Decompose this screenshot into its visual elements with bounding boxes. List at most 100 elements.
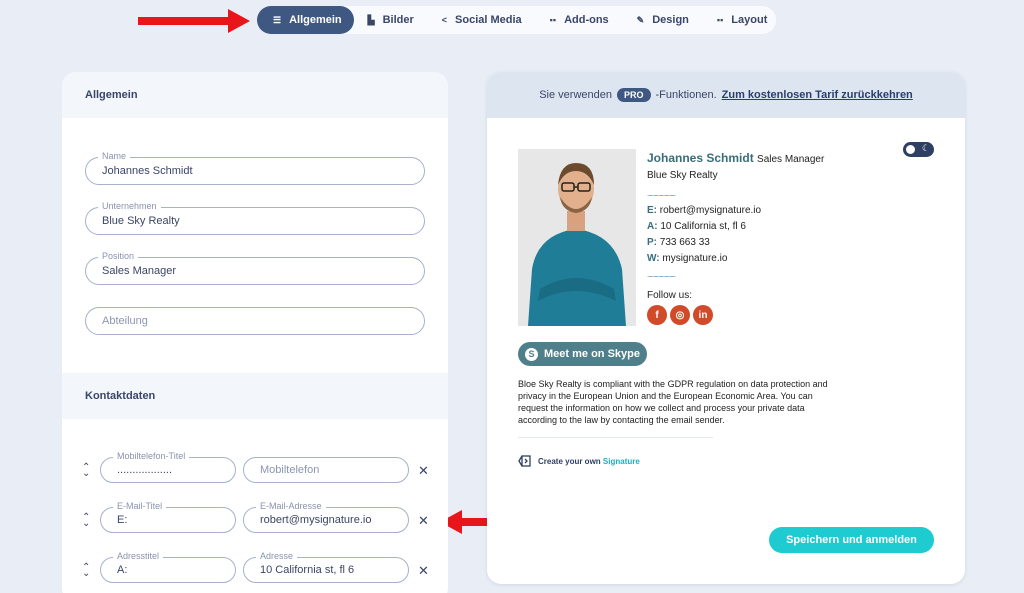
email-value: robert@mysignature.io — [659, 205, 762, 216]
field-label: Mobiltelefon-Titel — [113, 451, 190, 461]
moon-icon: ☾ — [921, 143, 930, 153]
phone-key: P: — [647, 237, 657, 248]
signature-divider: ....................... — [647, 270, 676, 279]
person-photo-icon — [518, 149, 636, 326]
linkedin-icon[interactable]: in — [693, 305, 713, 325]
save-and-signin-button[interactable]: Speichern und anmelden — [769, 527, 934, 553]
signature-preview-panel: Sie verwenden PRO -Funktionen. Zum koste… — [487, 72, 965, 584]
company-field[interactable]: Unternehmen Blue Sky Realty — [85, 201, 425, 235]
drag-handle-icon[interactable]: ⌃ ⌄ — [82, 463, 90, 479]
dark-mode-toggle[interactable]: ☾ — [903, 142, 934, 157]
signature-address-line: A: 10 California st, fl 6 — [647, 221, 746, 232]
signature-company: Blue Sky Realty — [647, 170, 718, 181]
field-value: A: — [117, 564, 128, 576]
create-own-signature-link[interactable]: Create your own Signature — [518, 454, 640, 468]
tab-social-media[interactable]: < Social Media — [428, 6, 536, 34]
field-value: Johannes Schmidt — [102, 165, 193, 177]
mysignature-logo-icon — [518, 455, 531, 467]
gdpr-disclaimer: Bloe Sky Realty is compliant with the GD… — [518, 379, 828, 425]
tab-label: Add-ons — [564, 14, 609, 26]
phone-value: 733 663 33 — [659, 237, 710, 248]
drag-handle-icon[interactable]: ⌃ ⌄ — [82, 513, 90, 529]
brush-icon: ✎ — [636, 14, 645, 25]
field-value: Blue Sky Realty — [102, 215, 180, 227]
address-title-field[interactable]: Adresstitel A: — [100, 551, 236, 583]
tab-label: Design — [652, 14, 689, 26]
form-panel: Allgemein Name Johannes Schmidt Unterneh… — [62, 72, 448, 593]
field-placeholder: Abteilung — [102, 315, 148, 327]
signature-title: Sales Manager — [757, 154, 825, 165]
remove-row-icon[interactable]: ✕ — [418, 513, 429, 529]
banner-text: -Funktionen. — [655, 89, 717, 101]
field-value: .................. — [117, 464, 173, 476]
field-placeholder: Mobiltelefon — [260, 464, 320, 476]
field-label: Position — [98, 251, 139, 261]
remove-row-icon[interactable]: ✕ — [418, 563, 429, 579]
instagram-icon[interactable]: ◎ — [670, 305, 690, 325]
create-accent: Signature — [602, 456, 640, 466]
create-prefix: Create your own — [538, 456, 601, 466]
section-heading-general: Allgemein — [62, 72, 448, 118]
web-value: mysignature.io — [662, 253, 728, 264]
mobile-title-field[interactable]: Mobiltelefon-Titel .................. — [100, 451, 236, 483]
pro-badge: PRO — [616, 88, 651, 102]
list-icon: ☰ — [273, 14, 282, 25]
field-value: Sales Manager — [102, 265, 176, 277]
email-key: E: — [647, 205, 657, 216]
signature-web-line: W: mysignature.io — [647, 253, 727, 264]
field-value: robert@mysignature.io — [260, 514, 372, 526]
pro-banner: Sie verwenden PRO -Funktionen. Zum koste… — [487, 72, 965, 118]
image-icon: ▙ — [367, 14, 375, 25]
email-title-field[interactable]: E-Mail-Titel E: — [100, 501, 236, 533]
field-value: 10 California st, fl 6 — [260, 564, 355, 576]
skype-button[interactable]: S Meet me on Skype — [518, 342, 647, 366]
remove-row-icon[interactable]: ✕ — [418, 463, 429, 479]
email-field[interactable]: E-Mail-Adresse robert@mysignature.io — [243, 501, 409, 533]
department-field[interactable]: Abteilung — [85, 307, 425, 335]
share-icon: < — [441, 15, 448, 25]
address-value: 10 California st, fl 6 — [660, 221, 746, 232]
field-value: E: — [117, 514, 128, 526]
tab-layout[interactable]: ▪▪ Layout — [703, 6, 781, 34]
field-label: Adresse — [256, 551, 298, 561]
signature-phone-line: P: 733 663 33 — [647, 237, 710, 248]
tab-allgemein[interactable]: ☰ Allgemein — [257, 6, 354, 34]
field-label: E-Mail-Adresse — [256, 501, 326, 511]
layout-icon: ▪▪ — [716, 15, 724, 25]
divider — [518, 437, 713, 438]
top-tab-bar: ☰ Allgemein ▙ Bilder < Social Media ▪▪ A… — [257, 6, 776, 34]
grid-icon: ▪▪ — [549, 15, 557, 25]
red-arrow-annotation — [138, 9, 250, 33]
position-field[interactable]: Position Sales Manager — [85, 251, 425, 285]
field-label: Unternehmen — [98, 201, 161, 211]
mobile-field[interactable]: Mobiltelefon — [243, 457, 409, 483]
signature-name: Johannes Schmidt — [647, 151, 754, 165]
signature-divider: ....................... — [647, 189, 676, 198]
tab-label: Allgemein — [289, 14, 342, 26]
field-label: E-Mail-Titel — [113, 501, 167, 511]
tab-design[interactable]: ✎ Design — [623, 6, 703, 34]
tab-label: Bilder — [382, 14, 414, 26]
drag-handle-icon[interactable]: ⌃ ⌄ — [82, 563, 90, 579]
toggle-knob — [906, 145, 915, 154]
web-key: W: — [647, 253, 660, 264]
profile-photo — [518, 149, 636, 326]
field-label: Adresstitel — [113, 551, 164, 561]
skype-icon: S — [525, 347, 538, 361]
free-plan-link[interactable]: Zum kostenlosen Tarif zurückkehren — [722, 89, 913, 101]
field-label: Name — [98, 151, 131, 161]
tab-label: Social Media — [455, 14, 522, 26]
facebook-icon[interactable]: f — [647, 305, 667, 325]
tab-label: Layout — [731, 14, 768, 26]
banner-text: Sie verwenden — [539, 89, 612, 101]
name-field[interactable]: Name Johannes Schmidt — [85, 151, 425, 185]
tab-bilder[interactable]: ▙ Bilder — [354, 6, 428, 34]
skype-button-label: Meet me on Skype — [544, 348, 640, 360]
signature-name-line: Johannes Schmidt Sales Manager — [647, 151, 824, 165]
tab-add-ons[interactable]: ▪▪ Add-ons — [536, 6, 623, 34]
signature-email-line: E: robert@mysignature.io — [647, 205, 761, 216]
address-key: A: — [647, 221, 658, 232]
address-field[interactable]: Adresse 10 California st, fl 6 — [243, 551, 409, 583]
follow-us-label: Follow us: — [647, 290, 693, 301]
section-heading-contact: Kontaktdaten — [62, 373, 448, 419]
